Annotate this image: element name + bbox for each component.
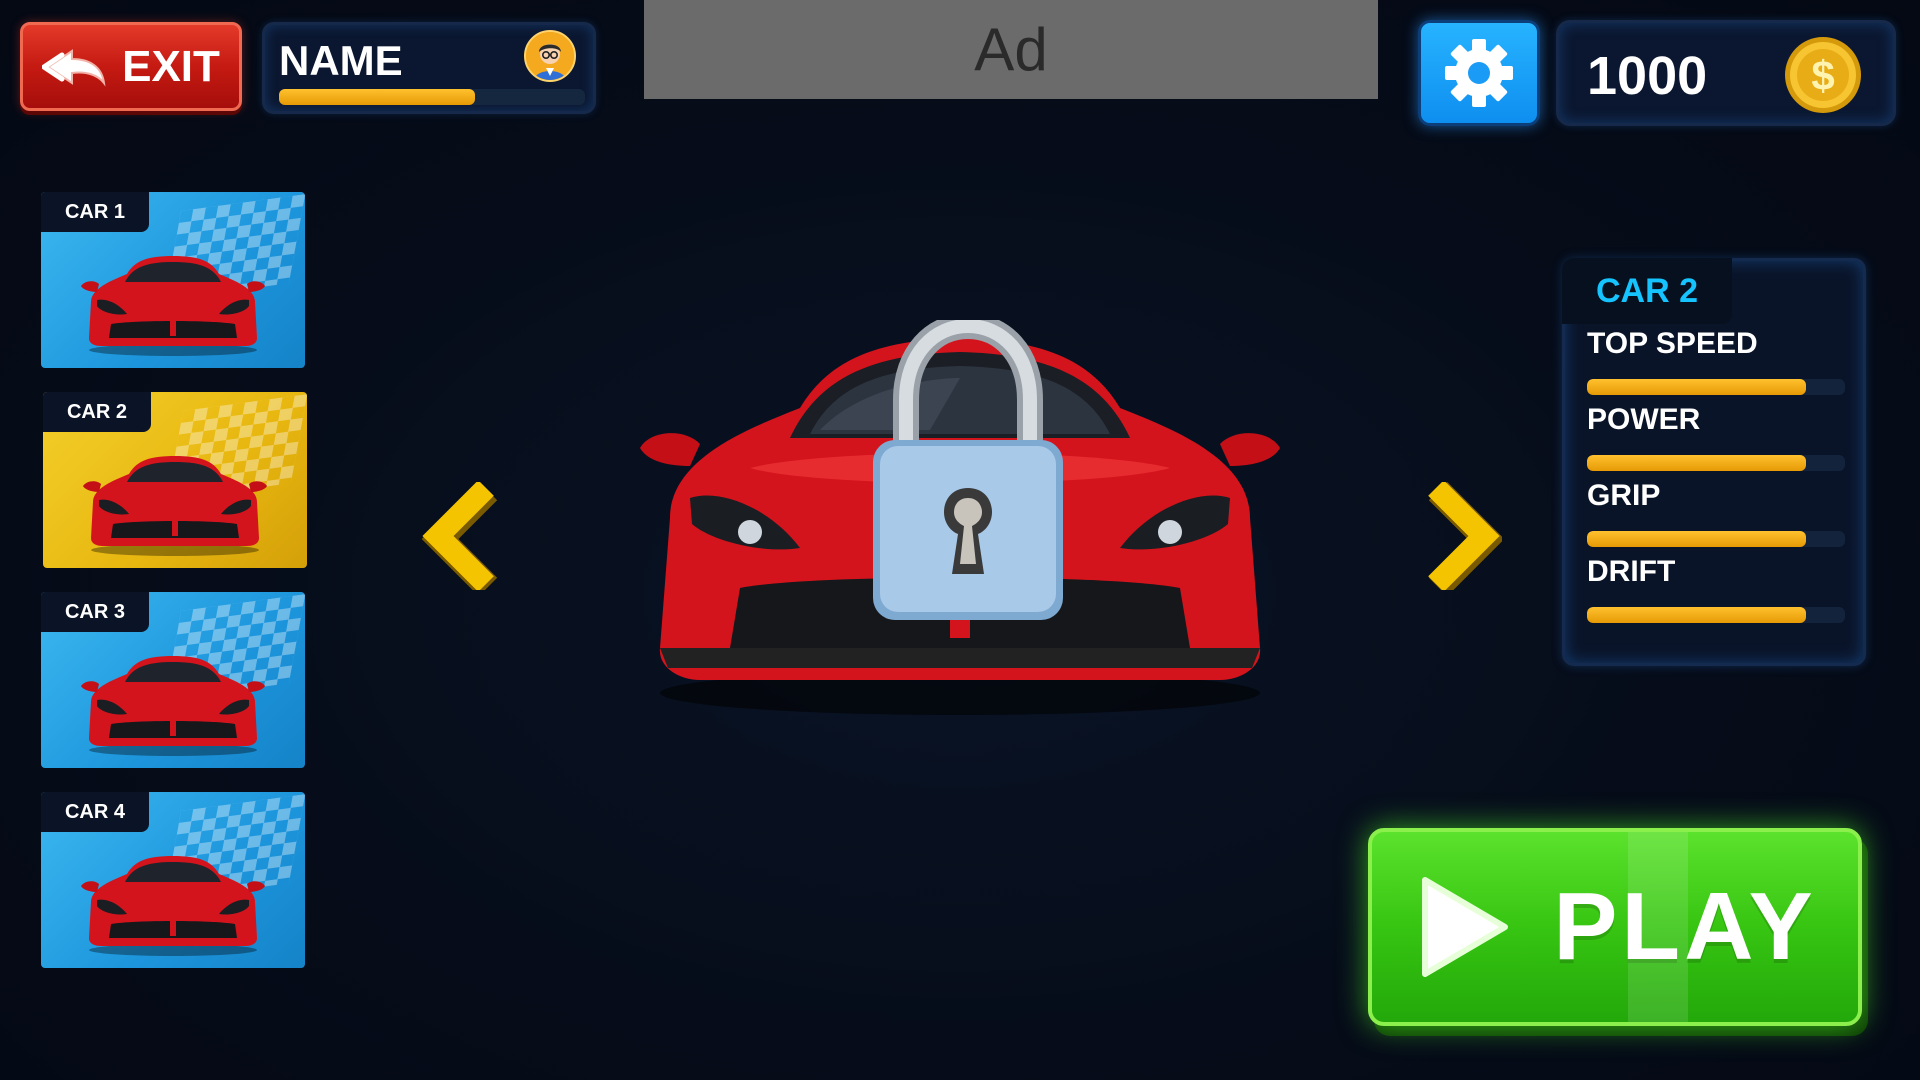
dollar-coin-icon: $ [1785,37,1861,113]
stat-bar-fill [1587,607,1807,623]
stat-bar [1587,607,1845,623]
car-thumbnail[interactable]: CAR 2 [43,392,307,568]
settings-button[interactable] [1418,20,1540,126]
play-triangle-icon [1422,877,1509,977]
stat-bar-fill [1587,455,1807,471]
gear-icon [1445,39,1513,107]
chevron-right-icon[interactable] [1418,482,1502,590]
stat-label: DRIFT [1587,555,1676,588]
car-thumbnail-label: CAR 3 [41,592,149,632]
svg-text:$: $ [1811,52,1834,99]
car-thumbnail-label: CAR 2 [43,392,151,432]
car-thumbnail[interactable]: CAR 4 [41,792,305,968]
xp-bar-fill [279,89,475,105]
car-thumbnail-image [81,856,265,956]
car-thumbnail-label: CAR 1 [41,192,149,232]
ad-label: Ad [974,16,1048,83]
back-arrow-icon [42,48,106,87]
avatar-icon [524,30,576,82]
coin-panel: 1000 $ [1556,20,1896,126]
car-thumbnail-label: CAR 4 [41,792,149,832]
car-thumbnail-image [81,656,265,756]
stat-bar [1587,379,1845,395]
car-stats-panel: CAR 2 TOP SPEED POWER GRIP DRIFT [1562,258,1866,666]
stat-label: GRIP [1587,479,1661,512]
ad-banner[interactable]: Ad [644,0,1378,99]
exit-button[interactable]: EXIT [20,22,242,111]
padlock-icon [873,320,1063,620]
play-button-shine [1628,832,1688,1022]
car-thumbnail-image [81,256,265,356]
coin-count: 1000 [1587,46,1708,106]
garage-screen: EXIT NAME Ad 1000 $ CAR 1 CAR 2 CAR 3 CA… [0,0,1920,1080]
exit-label: EXIT [122,41,220,91]
stat-label: TOP SPEED [1587,327,1758,360]
player-name: NAME [279,37,403,84]
car-thumbnail[interactable]: CAR 3 [41,592,305,768]
play-button[interactable]: PLAY [1368,828,1862,1026]
stat-bar [1587,531,1845,547]
stat-bar-fill [1587,531,1807,547]
car-thumbnail-image [83,456,267,556]
player-name-panel[interactable]: NAME [262,22,596,114]
stat-bar [1587,455,1845,471]
stat-label: POWER [1587,403,1701,436]
selected-car-name: CAR 2 [1562,258,1732,324]
chevron-left-icon[interactable] [420,482,504,590]
xp-bar [279,89,585,105]
car-thumbnail[interactable]: CAR 1 [41,192,305,368]
stat-bar-fill [1587,379,1807,395]
